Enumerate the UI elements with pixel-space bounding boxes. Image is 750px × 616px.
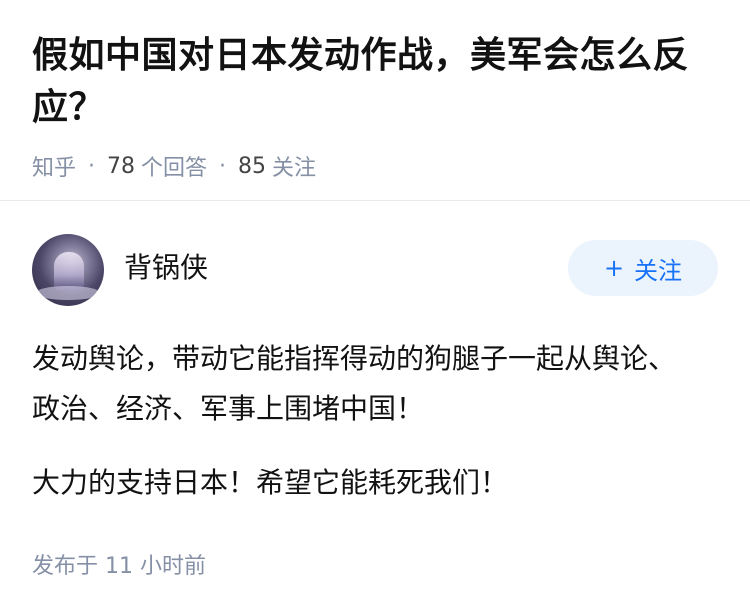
posted-time-value: 11 小时前 (105, 554, 207, 579)
author-row: 背锅侠 + 关注 (32, 234, 718, 306)
follow-count: 85 (238, 153, 267, 179)
posted-label: 发布于 (32, 554, 99, 579)
posted-time: 发布于 11 小时前 (32, 548, 206, 580)
avatar-glow (36, 286, 100, 300)
answer-content: 发动舆论，带动它能指挥得动的狗腿子一起从舆论、政治、经济、军事上围堵中国！ 大力… (32, 334, 692, 532)
plus-icon: + (603, 254, 625, 282)
question-title[interactable]: 假如中国对日本发动作战，美军会怎么反应？ (32, 30, 722, 134)
question-header: 假如中国对日本发动作战，美军会怎么反应？ 知乎 · 78 个回答 · 85 关注 (32, 30, 722, 182)
follow-button[interactable]: + 关注 (568, 240, 718, 296)
answer-count-label: 个回答 (141, 156, 208, 181)
avatar[interactable] (32, 234, 104, 306)
avatar-figure (54, 252, 84, 290)
follow-count-label: 关注 (272, 156, 317, 181)
meta-separator: · (219, 153, 227, 179)
question-meta: 知乎 · 78 个回答 · 85 关注 (32, 150, 722, 182)
answer-count: 78 (107, 153, 136, 179)
follow-button-label: 关注 (634, 256, 683, 285)
author-name[interactable]: 背锅侠 (124, 246, 208, 286)
meta-separator: · (88, 153, 96, 179)
section-divider (0, 200, 750, 201)
answer-paragraph: 发动舆论，带动它能指挥得动的狗腿子一起从舆论、政治、经济、军事上围堵中国！ (32, 342, 677, 425)
answer-paragraph: 大力的支持日本！希望它能耗死我们！ (32, 466, 509, 499)
source-label[interactable]: 知乎 (32, 150, 76, 182)
